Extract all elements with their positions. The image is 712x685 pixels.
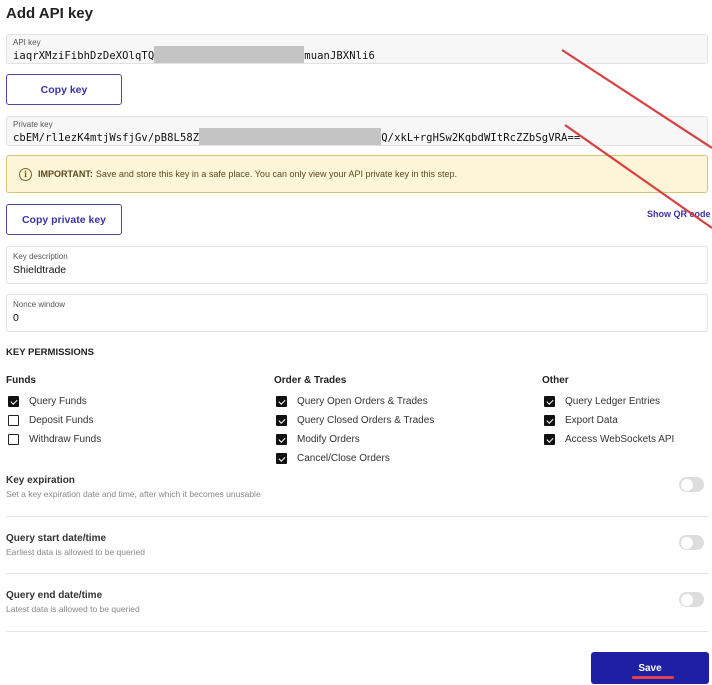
warning-text: Save and store this key in a safe place.… xyxy=(95,169,458,179)
group-title: Funds xyxy=(6,375,36,386)
api-key-field[interactable]: API key iaqrXMziFibhDzDeXOlqTQ muanJBXNli… xyxy=(6,34,708,64)
save-label: Save xyxy=(638,662,662,674)
nonce-window-value[interactable]: 0 xyxy=(13,312,19,324)
private-key-label: Private key xyxy=(13,120,53,129)
api-key-value-end: muanJBXNli6 xyxy=(304,50,375,62)
checkbox-icon[interactable] xyxy=(276,415,287,426)
checkbox-icon[interactable] xyxy=(276,396,287,407)
checkbox-query-closed-orders[interactable]: Query Closed Orders & Trades xyxy=(274,411,434,430)
checkbox-query-ledger-entries[interactable]: Query Ledger Entries xyxy=(542,392,674,411)
checkbox-label: Export Data xyxy=(565,415,618,426)
key-description-label: Key description xyxy=(13,252,68,261)
checkbox-icon[interactable] xyxy=(8,396,19,407)
checkbox-label: Query Funds xyxy=(29,396,87,407)
checkbox-icon[interactable] xyxy=(276,453,287,464)
option-description: Earliest data is allowed to be queried xyxy=(6,547,145,557)
api-key-value[interactable]: iaqrXMziFibhDzDeXOlqTQ muanJBXNli6 xyxy=(13,46,375,63)
checkbox-cancel-close-orders[interactable]: Cancel/Close Orders xyxy=(274,449,434,468)
checkbox-icon[interactable] xyxy=(544,434,555,445)
redaction-block xyxy=(154,46,305,63)
divider xyxy=(6,573,708,574)
key-description-field[interactable]: Key description Shieldtrade xyxy=(6,246,708,284)
api-key-value-start: iaqrXMziFibhDzDeXOlqTQ xyxy=(13,50,155,62)
divider xyxy=(6,631,708,632)
checkbox-label: Deposit Funds xyxy=(29,415,94,426)
private-key-value-end: Q/xkL+rgHSw2KqbdWItRcZZbSgVRA== xyxy=(381,132,581,144)
checkbox-withdraw-funds[interactable]: Withdraw Funds xyxy=(6,430,101,449)
checkbox-label: Query Open Orders & Trades xyxy=(297,396,428,407)
page-title: Add API key xyxy=(6,5,93,22)
checkbox-icon[interactable] xyxy=(8,434,19,445)
checkbox-query-open-orders[interactable]: Query Open Orders & Trades xyxy=(274,392,434,411)
show-qr-code-link[interactable]: Show QR code xyxy=(647,209,711,219)
permission-group-funds: Funds Query Funds Deposit Funds Withdraw… xyxy=(6,375,101,449)
checkbox-modify-orders[interactable]: Modify Orders xyxy=(274,430,434,449)
checkbox-icon[interactable] xyxy=(544,415,555,426)
option-description: Latest data is allowed to be queried xyxy=(6,604,140,614)
checkbox-label: Query Ledger Entries xyxy=(565,396,661,407)
option-title: Query start date/time xyxy=(6,533,107,544)
private-key-value-start: cbEM/rl1ezK4mtjWsfjGv/pB8L58Z xyxy=(13,132,200,144)
private-key-field[interactable]: Private key cbEM/rl1ezK4mtjWsfjGv/pB8L58… xyxy=(6,116,708,146)
query-start-toggle[interactable] xyxy=(679,535,704,550)
checkbox-query-funds[interactable]: Query Funds xyxy=(6,392,101,411)
nonce-window-label: Nonce window xyxy=(13,300,66,309)
info-icon: i xyxy=(19,167,32,181)
divider xyxy=(6,516,708,517)
checkbox-label: Query Closed Orders & Trades xyxy=(297,415,435,426)
checkbox-icon[interactable] xyxy=(544,396,555,407)
permission-group-orders-trades: Order & Trades Query Open Orders & Trade… xyxy=(274,375,434,468)
copy-private-key-button[interactable]: Copy private key xyxy=(6,204,122,235)
option-key-expiration: Key expiration Set a key expiration date… xyxy=(6,475,708,499)
key-description-value[interactable]: Shieldtrade xyxy=(13,264,66,276)
key-permissions-heading: KEY PERMISSIONS xyxy=(6,347,94,358)
checkbox-export-data[interactable]: Export Data xyxy=(542,411,674,430)
key-expiration-toggle[interactable] xyxy=(679,477,704,492)
checkbox-label: Cancel/Close Orders xyxy=(297,453,390,464)
option-description: Set a key expiration date and time, afte… xyxy=(6,489,261,499)
option-title: Key expiration xyxy=(6,475,75,486)
checkbox-label: Access WebSockets API xyxy=(565,434,675,445)
nonce-window-field[interactable]: Nonce window 0 xyxy=(6,294,708,332)
checkbox-label: Modify Orders xyxy=(297,434,360,445)
checkbox-icon[interactable] xyxy=(8,415,19,426)
option-query-start: Query start date/time Earliest data is a… xyxy=(6,533,708,557)
copy-key-button[interactable]: Copy key xyxy=(6,74,122,105)
option-title: Query end date/time xyxy=(6,590,103,601)
save-button[interactable]: Save xyxy=(591,652,709,684)
private-key-value[interactable]: cbEM/rl1ezK4mtjWsfjGv/pB8L58Z Q/xkL+rgHSw… xyxy=(13,128,581,145)
warning-strong: IMPORTANT: xyxy=(38,169,93,179)
permission-group-other: Other Query Ledger Entries Export Data A… xyxy=(542,375,674,449)
option-query-end: Query end date/time Latest data is allow… xyxy=(6,590,708,614)
api-key-label: API key xyxy=(13,38,41,47)
important-warning-banner: i IMPORTANT: Save and store this key in … xyxy=(6,155,708,193)
checkbox-icon[interactable] xyxy=(276,434,287,445)
group-title: Other xyxy=(542,375,569,386)
annotation-underline xyxy=(632,676,674,679)
checkbox-deposit-funds[interactable]: Deposit Funds xyxy=(6,411,101,430)
query-end-toggle[interactable] xyxy=(679,592,704,607)
checkbox-label: Withdraw Funds xyxy=(29,434,102,445)
redaction-block xyxy=(199,128,382,145)
checkbox-access-websockets-api[interactable]: Access WebSockets API xyxy=(542,430,674,449)
group-title: Order & Trades xyxy=(274,375,347,386)
